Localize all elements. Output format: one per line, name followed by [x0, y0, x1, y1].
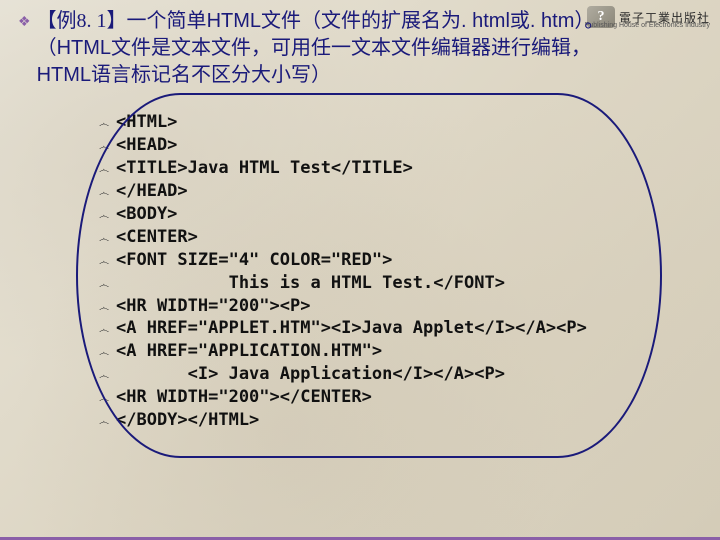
code-text: <CENTER>	[116, 226, 198, 249]
t1e: 或	[510, 10, 530, 32]
code-line: ෴ <FONT SIZE="4" COLOR="RED">	[96, 249, 642, 272]
code-text: <A HREF="APPLET.HTM"><I>Java Applet</I><…	[116, 317, 587, 340]
swirl-bullet-icon: ෴	[96, 232, 112, 247]
code-line: ෴ <A HREF="APPLICATION.HTM">	[96, 340, 642, 363]
code-text: <HR WIDTH="200"><P>	[116, 295, 310, 318]
t2c: 文件是文本文件，可用任一文本文件编辑器进行编辑，	[111, 37, 591, 59]
swirl-bullet-icon: ෴	[96, 255, 112, 270]
code-line: ෴ <HTML>	[96, 111, 642, 134]
t1g: ）。	[574, 10, 604, 32]
t1a: 【例8. 1】一个简单	[37, 10, 207, 32]
swirl-bullet-icon: ෴	[96, 186, 112, 201]
swirl-bullet-icon: ෴	[96, 346, 112, 361]
code-line: ෴ <HR WIDTH="200"></CENTER>	[96, 386, 642, 409]
code-line: ෴ </HEAD>	[96, 180, 642, 203]
code-text: <I> Java Application</I></A><P>	[116, 363, 505, 386]
t3b: 语言标记名不区分大小写）	[91, 64, 331, 86]
code-text: <FONT SIZE="4" COLOR="RED">	[116, 249, 392, 272]
code-line: ෴ <A HREF="APPLET.HTM"><I>Java Applet</I>…	[96, 317, 642, 340]
t2b: HTML	[57, 37, 111, 59]
heading-block: ❖ 【例8. 1】一个简单HTML文件（文件的扩展名为. html或. htm）…	[18, 8, 702, 89]
code-line: ෴ <BODY>	[96, 203, 642, 226]
swirl-bullet-icon: ෴	[96, 415, 112, 430]
code-text: </HEAD>	[116, 180, 188, 203]
code-line: ෴ <CENTER>	[96, 226, 642, 249]
title-text: 【例8. 1】一个简单HTML文件（文件的扩展名为. html或. htm）。 …	[37, 8, 605, 89]
code-text: <HTML>	[116, 111, 177, 134]
code-line: ෴ <HR WIDTH="200"><P>	[96, 295, 642, 318]
swirl-bullet-icon: ෴	[96, 209, 112, 224]
swirl-bullet-icon: ෴	[96, 117, 112, 132]
swirl-bullet-icon: ෴	[96, 163, 112, 178]
swirl-bullet-icon: ෴	[96, 392, 112, 407]
code-listing: ෴ <HTML> ෴ <HEAD> ෴ <TITLE>Java HTML Test</TI…	[96, 103, 642, 444]
swirl-bullet-icon: ෴	[96, 301, 112, 316]
code-text: This is a HTML Test.</FONT>	[116, 272, 505, 295]
code-line: ෴ <I> Java Application</I></A><P>	[96, 363, 642, 386]
t1f: . htm	[530, 10, 574, 32]
diamond-bullet-icon: ❖	[18, 14, 31, 31]
code-text: </BODY></HTML>	[116, 409, 259, 432]
t1d: . html	[461, 10, 510, 32]
code-text: <HEAD>	[116, 134, 177, 157]
t2a: （	[37, 37, 57, 59]
code-line: ෴ <TITLE>Java HTML Test</TITLE>	[96, 157, 642, 180]
swirl-bullet-icon: ෴	[96, 140, 112, 155]
code-text: <HR WIDTH="200"></CENTER>	[116, 386, 372, 409]
code-line: ෴ </BODY></HTML>	[96, 409, 642, 432]
code-text: <A HREF="APPLICATION.HTM">	[116, 340, 382, 363]
code-line: ෴ This is a HTML Test.</FONT>	[96, 272, 642, 295]
code-line: ෴ <HEAD>	[96, 134, 642, 157]
code-bubble: ෴ <HTML> ෴ <HEAD> ෴ <TITLE>Java HTML Test</TI…	[96, 103, 642, 444]
t1c: 文件（文件的扩展名为	[261, 10, 461, 32]
code-text: <TITLE>Java HTML Test</TITLE>	[116, 157, 413, 180]
swirl-bullet-icon: ෴	[96, 323, 112, 338]
t1b: HTML	[207, 10, 261, 32]
code-text: <BODY>	[116, 203, 177, 226]
t3a: HTML	[37, 64, 91, 86]
swirl-bullet-icon: ෴	[96, 278, 112, 293]
swirl-bullet-icon: ෴	[96, 369, 112, 384]
slide-content: ❖ 【例8. 1】一个简单HTML文件（文件的扩展名为. html或. htm）…	[0, 0, 720, 444]
